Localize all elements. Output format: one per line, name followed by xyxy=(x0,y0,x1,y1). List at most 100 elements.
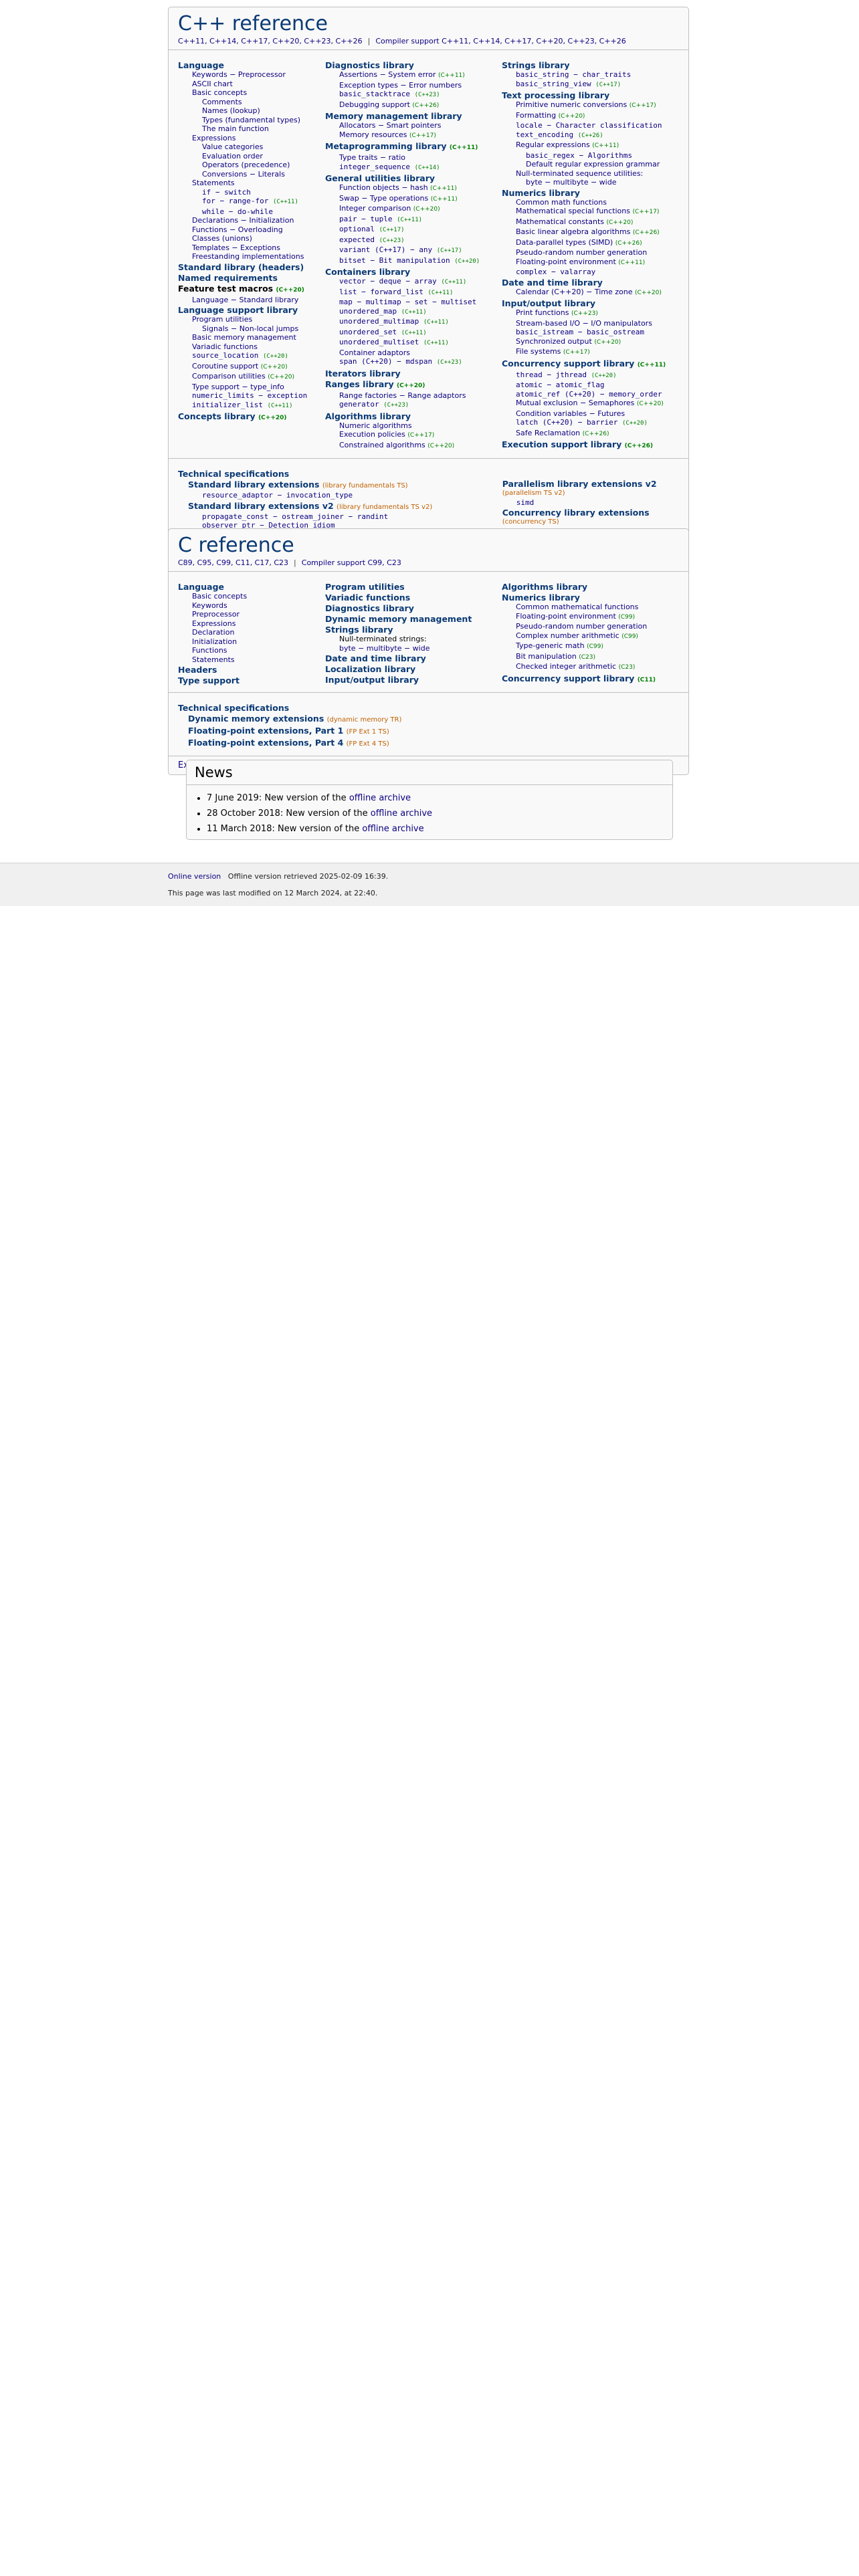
link-basic-istream-basic-ostream[interactable]: basic_istream − basic_ostream xyxy=(502,328,679,337)
link-unordered-set[interactable]: unordered_set (C++11) xyxy=(325,328,502,338)
link-ascii-chart[interactable]: ASCII chart xyxy=(178,80,325,89)
heading-link-program-utilities[interactable]: Program utilities xyxy=(325,582,502,592)
link-swap-type-operations[interactable]: Swap − Type operations (C++11) xyxy=(325,194,502,205)
link-floating-point-environment[interactable]: Floating-point environment (C99) xyxy=(502,612,679,623)
heading-link-memory-management-library[interactable]: Memory management library xyxy=(325,111,502,121)
heading-link-iterators-library[interactable]: Iterators library xyxy=(325,368,502,379)
link-basic-concepts[interactable]: Basic concepts xyxy=(178,88,325,98)
link-unordered-multiset[interactable]: unordered_multiset (C++11) xyxy=(325,338,502,348)
link-list-forward-list[interactable]: list − forward_list (C++11) xyxy=(325,288,502,298)
link-print-functions[interactable]: Print functions (C++23) xyxy=(502,308,679,319)
link-primitive-numeric-conversions[interactable]: Primitive numeric conversions (C++17) xyxy=(502,100,679,111)
link-freestanding-implementations[interactable]: Freestanding implementations xyxy=(178,252,325,261)
link-memory-resources[interactable]: Memory resources (C++17) xyxy=(325,130,502,141)
heading-link-strings-library[interactable]: Strings library xyxy=(502,60,679,70)
link-generator[interactable]: generator (C++23) xyxy=(325,400,502,411)
heading-link-floating-point-extensions-part-4[interactable]: Floating-point extensions, Part 4 (FP Ex… xyxy=(178,738,679,749)
link-complex-valarray[interactable]: complex − valarray xyxy=(502,267,679,277)
offline-archive-link[interactable]: offline archive xyxy=(371,809,432,819)
link-basic-regex-algorithms[interactable]: basic_regex − Algorithms xyxy=(502,151,679,160)
link-mutual-exclusion-semaphores[interactable]: Mutual exclusion − Semaphores (C++20) xyxy=(502,399,679,409)
link-type-support-type-info[interactable]: Type support − type_info xyxy=(178,383,325,392)
heading-link-localization-library[interactable]: Localization library xyxy=(325,664,502,674)
link-pair-tuple[interactable]: pair − tuple (C++11) xyxy=(325,215,502,225)
link-regular-expressions[interactable]: Regular expressions (C++11) xyxy=(502,140,679,151)
heading-link-feature-test-macros[interactable]: Feature test macros (C++20) xyxy=(178,284,325,296)
heading-link-standard-library-extensions-v2[interactable]: Standard library extensions v2 (library … xyxy=(178,501,502,512)
link-propagate-const-ostream-joiner-randint[interactable]: propagate_const − ostream_joiner − randi… xyxy=(178,512,502,522)
link-floating-point-environment[interactable]: Floating-point environment (C++11) xyxy=(502,257,679,268)
link-complex-number-arithmetic[interactable]: Complex number arithmetic (C99) xyxy=(502,631,679,642)
link-keywords[interactable]: Keywords xyxy=(178,601,325,611)
link-latch-c-20-barrier[interactable]: latch (C++20) − barrier (C++20) xyxy=(502,418,679,429)
link-while-do-while[interactable]: while − do-while xyxy=(178,207,325,217)
link-span-c-20-mdspan[interactable]: span (C++20) − mdspan (C++23) xyxy=(325,357,502,368)
link-classes-unions[interactable]: Classes (unions) xyxy=(178,234,325,243)
link-the-main-function[interactable]: The main function xyxy=(178,124,325,134)
link-resource-adaptor-invocation-type[interactable]: resource_adaptor − invocation_type xyxy=(178,491,502,500)
link-thread-jthread[interactable]: thread − jthread (C++20) xyxy=(502,370,679,381)
link-functions-overloading[interactable]: Functions − Overloading xyxy=(178,225,325,235)
heading-link-headers[interactable]: Headers xyxy=(178,665,325,675)
link-function-objects-hash[interactable]: Function objects − hash (C++11) xyxy=(325,183,502,194)
link-program-utilities[interactable]: Program utilities xyxy=(178,315,325,324)
heading-link-numerics-library[interactable]: Numerics library xyxy=(502,188,679,198)
heading-link-standard-library-extensions[interactable]: Standard library extensions (library fun… xyxy=(178,479,502,491)
link-optional[interactable]: optional (C++17) xyxy=(325,225,502,235)
c-compiler-support-link[interactable]: Compiler support C99, C23 xyxy=(302,558,401,567)
heading-link-ranges-library[interactable]: Ranges library (C++20) xyxy=(325,379,502,391)
link-container-adaptors[interactable]: Container adaptors xyxy=(325,348,502,358)
heading-link-standard-library-headers[interactable]: Standard library (headers) xyxy=(178,262,325,272)
link-atomic-ref-c-20-memory-order[interactable]: atomic_ref (C++20) − memory_order xyxy=(502,390,679,399)
heading-link-algorithms-library[interactable]: Algorithms library xyxy=(325,411,502,421)
link-condition-variables-futures[interactable]: Condition variables − Futures xyxy=(502,409,679,419)
link-file-systems[interactable]: File systems (C++17) xyxy=(502,347,679,358)
link-debugging-support[interactable]: Debugging support (C++26) xyxy=(325,100,502,111)
cpp-versions-link[interactable]: C++11, C++14, C++17, C++20, C++23, C++26 xyxy=(178,37,363,45)
link-unordered-multimap[interactable]: unordered_multimap (C++11) xyxy=(325,317,502,328)
link-basic-string-char-traits[interactable]: basic_string − char_traits xyxy=(502,70,679,80)
heading-link-text-processing-library[interactable]: Text processing library xyxy=(502,90,679,100)
link-unordered-map[interactable]: unordered_map (C++11) xyxy=(325,307,502,318)
link-basic-string-view[interactable]: basic_string_view (C++17) xyxy=(502,80,679,90)
link-basic-memory-management[interactable]: Basic memory management xyxy=(178,333,325,342)
link-basic-concepts[interactable]: Basic concepts xyxy=(178,592,325,601)
heading-link-general-utilities-library[interactable]: General utilities library xyxy=(325,173,502,183)
heading-link-floating-point-extensions-part-1[interactable]: Floating-point extensions, Part 1 (FP Ex… xyxy=(178,726,679,737)
heading-link-language[interactable]: Language xyxy=(178,582,325,592)
heading-link-metaprogramming-library[interactable]: Metaprogramming library (C++11) xyxy=(325,141,502,153)
link-assertions-system-error[interactable]: Assertions − System error (C++11) xyxy=(325,70,502,81)
link-checked-integer-arithmetic[interactable]: Checked integer arithmetic (C23) xyxy=(502,662,679,673)
link-execution-policies[interactable]: Execution policies (C++17) xyxy=(325,430,502,441)
link-common-mathematical-functions[interactable]: Common mathematical functions xyxy=(502,603,679,612)
heading-link-language-support-library[interactable]: Language support library xyxy=(178,305,325,315)
link-pseudo-random-number-generation[interactable]: Pseudo-random number generation xyxy=(502,622,679,631)
heading-link-concurrency-support-library[interactable]: Concurrency support library (C++11) xyxy=(502,358,679,370)
link-text-encoding[interactable]: text_encoding (C++26) xyxy=(502,130,679,141)
link-default-regular-expression-grammar[interactable]: Default regular expression grammar xyxy=(502,160,679,169)
offline-archive-link[interactable]: offline archive xyxy=(362,824,423,834)
heading-link-date-and-time-library[interactable]: Date and time library xyxy=(502,278,679,288)
link-calendar-c-20-time-zone[interactable]: Calendar (C++20) − Time zone (C++20) xyxy=(502,288,679,298)
link-simd[interactable]: simd xyxy=(502,498,679,508)
heading-link-concepts-library[interactable]: Concepts library (C++20) xyxy=(178,411,325,423)
heading-link-type-support[interactable]: Type support xyxy=(178,675,325,685)
link-locale-character-classification[interactable]: locale − Character classification xyxy=(502,121,679,130)
link-source-location[interactable]: source_location (C++20) xyxy=(178,351,325,362)
heading-link-algorithms-library[interactable]: Algorithms library xyxy=(502,582,679,592)
link-expressions[interactable]: Expressions xyxy=(178,619,325,629)
online-version-link[interactable]: Online version xyxy=(168,872,221,881)
link-integer-comparison[interactable]: Integer comparison (C++20) xyxy=(325,204,502,215)
link-safe-reclamation[interactable]: Safe Reclamation (C++26) xyxy=(502,429,679,439)
link-coroutine-support[interactable]: Coroutine support (C++20) xyxy=(178,362,325,372)
link-range-factories-range-adaptors[interactable]: Range factories − Range adaptors xyxy=(325,391,502,401)
link-variant-c-17-any[interactable]: variant (C++17) − any (C++17) xyxy=(325,245,502,256)
heading-link-diagnostics-library[interactable]: Diagnostics library xyxy=(325,603,502,613)
link-statements[interactable]: Statements xyxy=(178,655,325,665)
heading-link-containers-library[interactable]: Containers library xyxy=(325,267,502,277)
link-signals-non-local-jumps[interactable]: Signals − Non-local jumps xyxy=(178,324,325,334)
link-initializer-list[interactable]: initializer_list (C++11) xyxy=(178,401,325,411)
link-byte-multibyte-wide[interactable]: byte − multibyte − wide xyxy=(325,644,502,653)
heading-link-diagnostics-library[interactable]: Diagnostics library xyxy=(325,60,502,70)
link-mathematical-special-functions[interactable]: Mathematical special functions (C++17) xyxy=(502,207,679,217)
